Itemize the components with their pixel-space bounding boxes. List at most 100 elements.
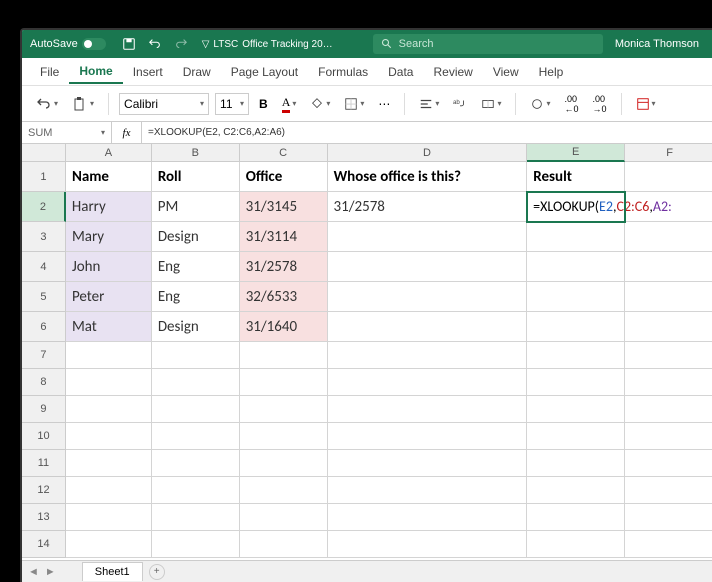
cell[interactable] <box>625 312 712 342</box>
row-header[interactable]: 13 <box>22 504 66 531</box>
cell[interactable] <box>625 222 712 252</box>
overflow-button[interactable]: ⋯ <box>374 95 394 113</box>
cell[interactable]: PM <box>152 192 240 222</box>
wrap-text-button[interactable]: ab <box>449 95 471 113</box>
prev-sheet-icon[interactable]: ◄ <box>28 566 39 578</box>
cell[interactable] <box>152 531 240 558</box>
cell[interactable]: 31/3145 <box>240 192 328 222</box>
cell[interactable] <box>527 342 625 369</box>
cell[interactable]: Office <box>240 162 328 192</box>
cell[interactable] <box>527 531 625 558</box>
cell[interactable]: Eng <box>152 282 240 312</box>
row-header[interactable]: 8 <box>22 369 66 396</box>
cell[interactable] <box>328 504 528 531</box>
col-header[interactable]: A <box>66 144 152 162</box>
cell[interactable] <box>328 531 528 558</box>
formula-input[interactable]: =XLOOKUP(E2, C2:C6,A2:A6) <box>142 127 712 138</box>
cell[interactable]: Peter <box>66 282 152 312</box>
row-header[interactable]: 6 <box>22 312 66 342</box>
cell[interactable] <box>240 396 328 423</box>
cell[interactable] <box>625 162 712 192</box>
user-name[interactable]: Monica Thomson <box>615 38 699 50</box>
currency-button[interactable]: ▾ <box>526 95 554 113</box>
align-button[interactable]: ▾ <box>415 95 443 113</box>
cell[interactable] <box>328 450 528 477</box>
bold-button[interactable]: B <box>255 95 272 113</box>
row-header[interactable]: 4 <box>22 252 66 282</box>
cell[interactable]: Mary <box>66 222 152 252</box>
cell[interactable]: Design <box>152 312 240 342</box>
cell[interactable] <box>625 450 712 477</box>
cell[interactable] <box>328 423 528 450</box>
tab-insert[interactable]: Insert <box>123 61 173 83</box>
cell[interactable] <box>527 252 625 282</box>
cell[interactable] <box>240 531 328 558</box>
cell[interactable]: Harry <box>66 192 152 222</box>
cell[interactable] <box>66 531 152 558</box>
name-box[interactable]: SUM▾ <box>22 122 112 143</box>
cell[interactable] <box>625 504 712 531</box>
cell[interactable] <box>625 252 712 282</box>
autosave-toggle[interactable]: AutoSave <box>30 38 106 50</box>
save-icon[interactable] <box>118 33 140 55</box>
row-header[interactable]: 14 <box>22 531 66 558</box>
document-name[interactable]: ▽ LTSC Office Tracking 20… <box>202 39 333 50</box>
cell[interactable] <box>328 477 528 504</box>
format-table-button[interactable]: ▾ <box>632 95 660 113</box>
tab-file[interactable]: File <box>30 61 69 83</box>
cell[interactable] <box>625 282 712 312</box>
sheet-tab[interactable]: Sheet1 <box>82 562 143 581</box>
cell[interactable]: Whose office is this? <box>328 162 528 192</box>
cell[interactable]: 31/3114 <box>240 222 328 252</box>
cell[interactable] <box>527 450 625 477</box>
paste-button[interactable]: ▾ <box>68 94 98 114</box>
cell[interactable] <box>328 312 528 342</box>
cell[interactable] <box>152 504 240 531</box>
decrease-decimal-button[interactable]: .00→0 <box>588 92 610 116</box>
row-header[interactable]: 12 <box>22 477 66 504</box>
borders-button[interactable]: ▾ <box>340 95 368 113</box>
cell[interactable] <box>527 222 625 252</box>
tab-help[interactable]: Help <box>529 61 574 83</box>
toggle-switch[interactable] <box>82 38 106 50</box>
row-header[interactable]: 2 <box>22 192 66 222</box>
font-size-select[interactable]: 11▾ <box>215 93 249 115</box>
row-header[interactable]: 9 <box>22 396 66 423</box>
cell[interactable] <box>527 504 625 531</box>
tab-draw[interactable]: Draw <box>173 61 221 83</box>
tab-view[interactable]: View <box>483 61 529 83</box>
cell[interactable] <box>240 504 328 531</box>
cell[interactable]: Eng <box>152 252 240 282</box>
cell[interactable]: Name <box>66 162 152 192</box>
cell[interactable] <box>328 396 528 423</box>
next-sheet-icon[interactable]: ► <box>45 566 56 578</box>
cell[interactable] <box>66 342 152 369</box>
row-header[interactable]: 7 <box>22 342 66 369</box>
cell[interactable] <box>527 423 625 450</box>
cell[interactable] <box>240 342 328 369</box>
cell[interactable] <box>527 369 625 396</box>
cell[interactable] <box>625 477 712 504</box>
cell[interactable] <box>625 369 712 396</box>
tab-home[interactable]: Home <box>69 60 122 84</box>
cell[interactable] <box>625 396 712 423</box>
cell[interactable] <box>152 396 240 423</box>
cell[interactable] <box>328 252 528 282</box>
active-cell[interactable]: =XLOOKUP(E2, C2:C6,A2: <box>527 192 625 222</box>
cell[interactable]: Design <box>152 222 240 252</box>
cell[interactable] <box>328 342 528 369</box>
undo-icon[interactable] <box>144 33 166 55</box>
cell[interactable]: 31/2578 <box>328 192 528 222</box>
cell[interactable] <box>240 423 328 450</box>
merge-button[interactable]: ▾ <box>477 95 505 113</box>
redo-icon[interactable] <box>170 33 192 55</box>
row-header[interactable]: 1 <box>22 162 66 192</box>
tab-data[interactable]: Data <box>378 61 423 83</box>
row-header[interactable]: 10 <box>22 423 66 450</box>
cell[interactable]: 31/2578 <box>240 252 328 282</box>
fill-color-button[interactable]: ▾ <box>306 95 334 113</box>
col-header[interactable]: E <box>527 144 625 162</box>
cell[interactable] <box>152 477 240 504</box>
cell[interactable] <box>328 369 528 396</box>
col-header[interactable]: D <box>328 144 528 162</box>
